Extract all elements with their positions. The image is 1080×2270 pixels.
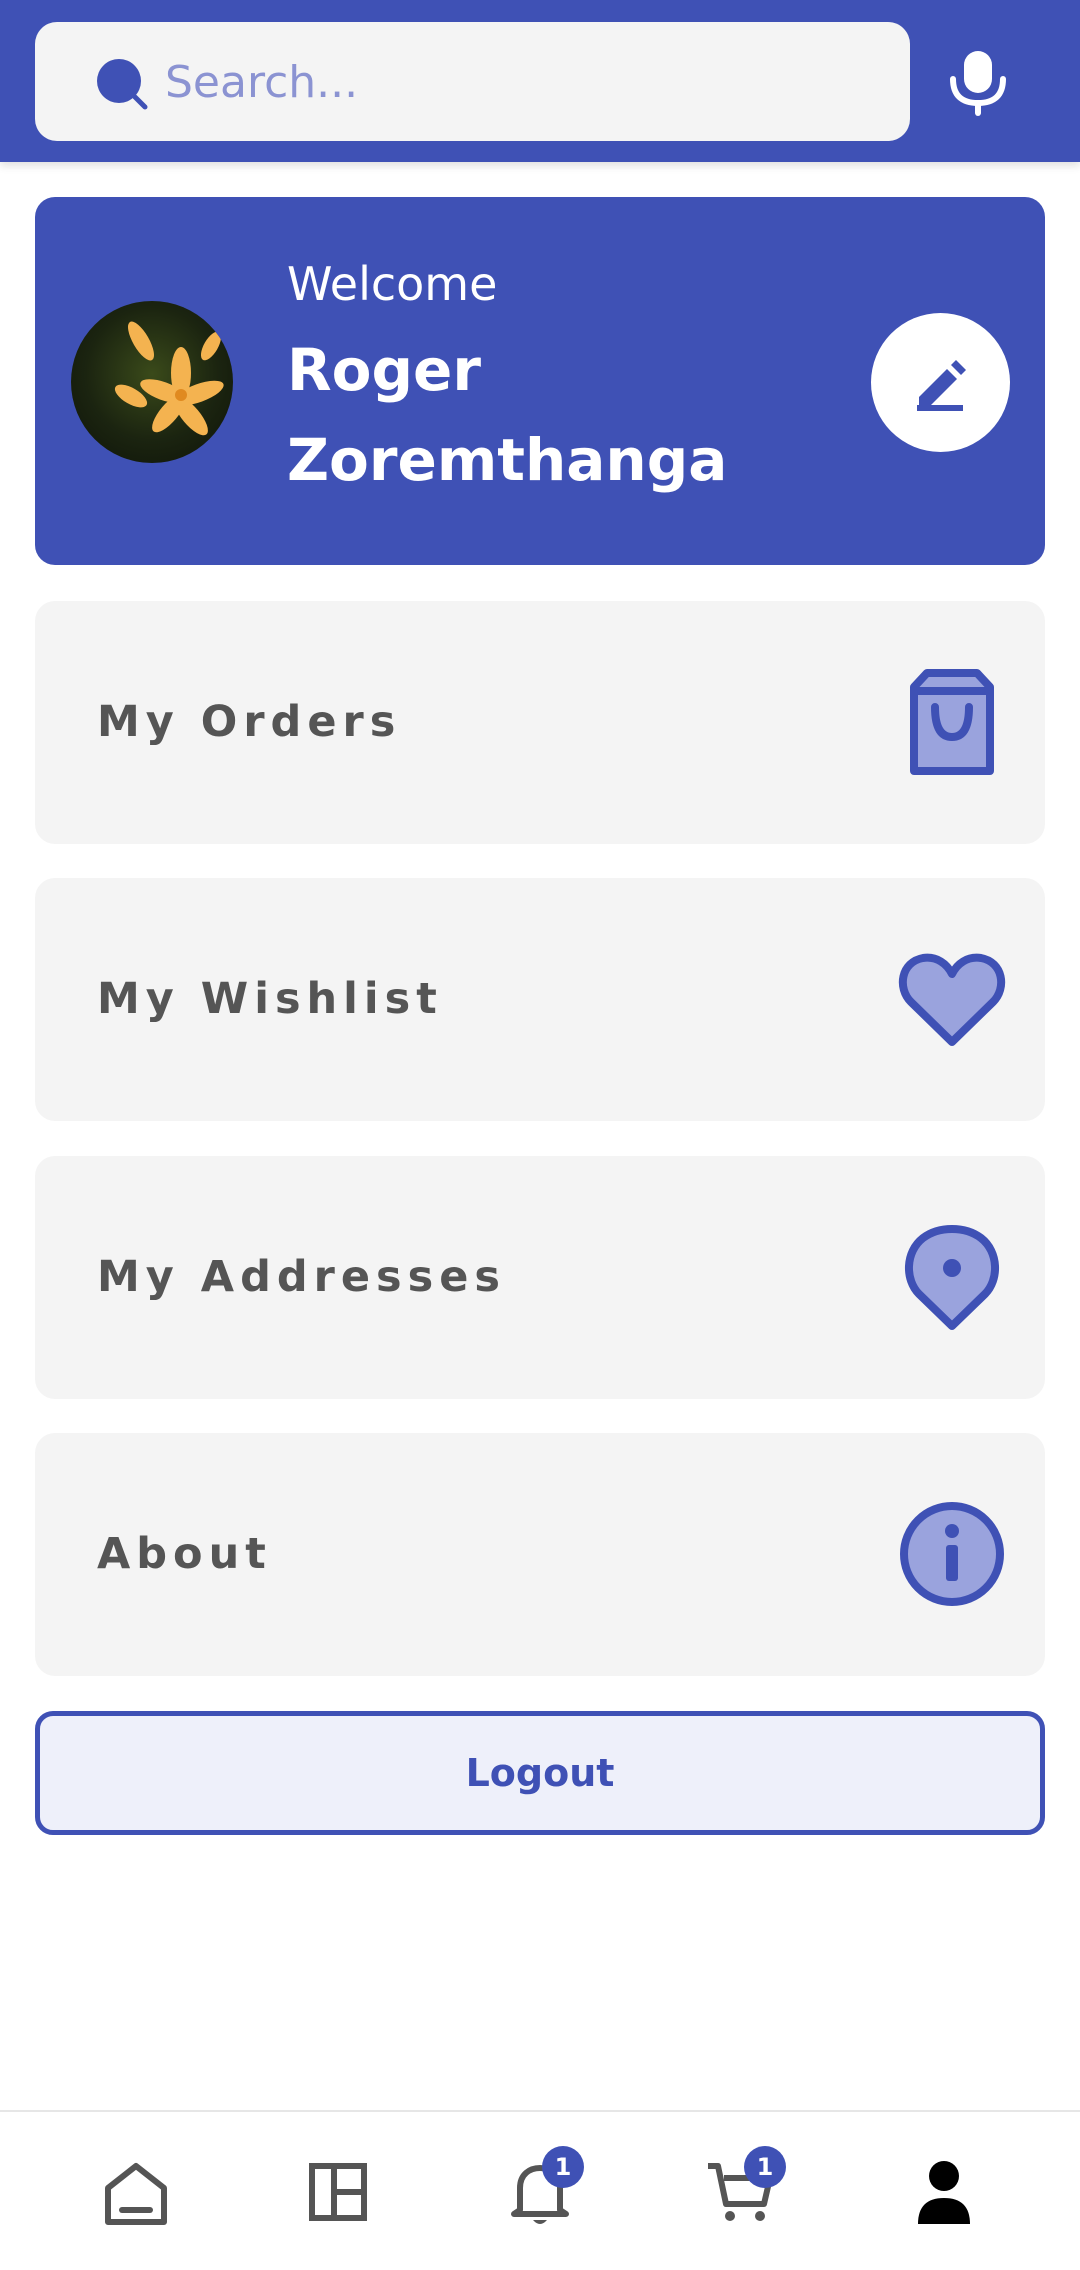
location-pin-icon — [904, 1225, 1000, 1330]
avatar[interactable] — [71, 301, 233, 463]
shopping-bag-icon — [910, 669, 994, 775]
menu-item-my-addresses[interactable]: My Addresses — [35, 1156, 1045, 1399]
menu-item-label: My Wishlist — [97, 974, 443, 1024]
nav-cart[interactable]: 1 — [702, 2146, 786, 2232]
search-box[interactable] — [35, 22, 910, 141]
edit-profile-button[interactable] — [871, 313, 1010, 452]
layout-icon — [309, 2163, 367, 2221]
search-icon — [97, 59, 148, 110]
search-input[interactable] — [165, 42, 865, 122]
avatar-image — [114, 321, 224, 436]
profile-card: Welcome Roger Zoremthanga — [35, 197, 1045, 565]
menu-item-label: My Orders — [97, 697, 402, 747]
logout-button[interactable]: Logout — [35, 1711, 1045, 1835]
menu-item-label: About — [97, 1529, 272, 1579]
notification-badge: 1 — [542, 2146, 584, 2188]
profile-screen: Welcome Roger Zoremthanga My Orders My W… — [0, 0, 1080, 2270]
menu-item-my-wishlist[interactable]: My Wishlist — [35, 878, 1045, 1121]
menu-item-my-orders[interactable]: My Orders — [35, 601, 1045, 844]
nav-notifications[interactable]: 1 — [500, 2146, 584, 2232]
nav-categories[interactable] — [298, 2152, 378, 2232]
user-name: Roger Zoremthanga — [287, 336, 728, 494]
cart-badge: 1 — [744, 2146, 786, 2188]
edit-pencil-icon — [916, 359, 966, 411]
top-app-bar — [0, 0, 1080, 162]
home-icon — [105, 2163, 167, 2225]
welcome-text: Welcome — [287, 257, 498, 311]
menu-item-label: My Addresses — [97, 1252, 506, 1302]
bottom-navigation: 1 1 — [0, 2110, 1080, 2270]
nav-profile[interactable] — [904, 2152, 984, 2232]
person-icon — [918, 2161, 970, 2224]
menu-item-about[interactable]: About — [35, 1433, 1045, 1676]
nav-home[interactable] — [96, 2152, 176, 2232]
microphone-icon[interactable] — [945, 45, 1011, 117]
heart-icon — [899, 953, 1005, 1046]
info-icon — [900, 1502, 1004, 1606]
